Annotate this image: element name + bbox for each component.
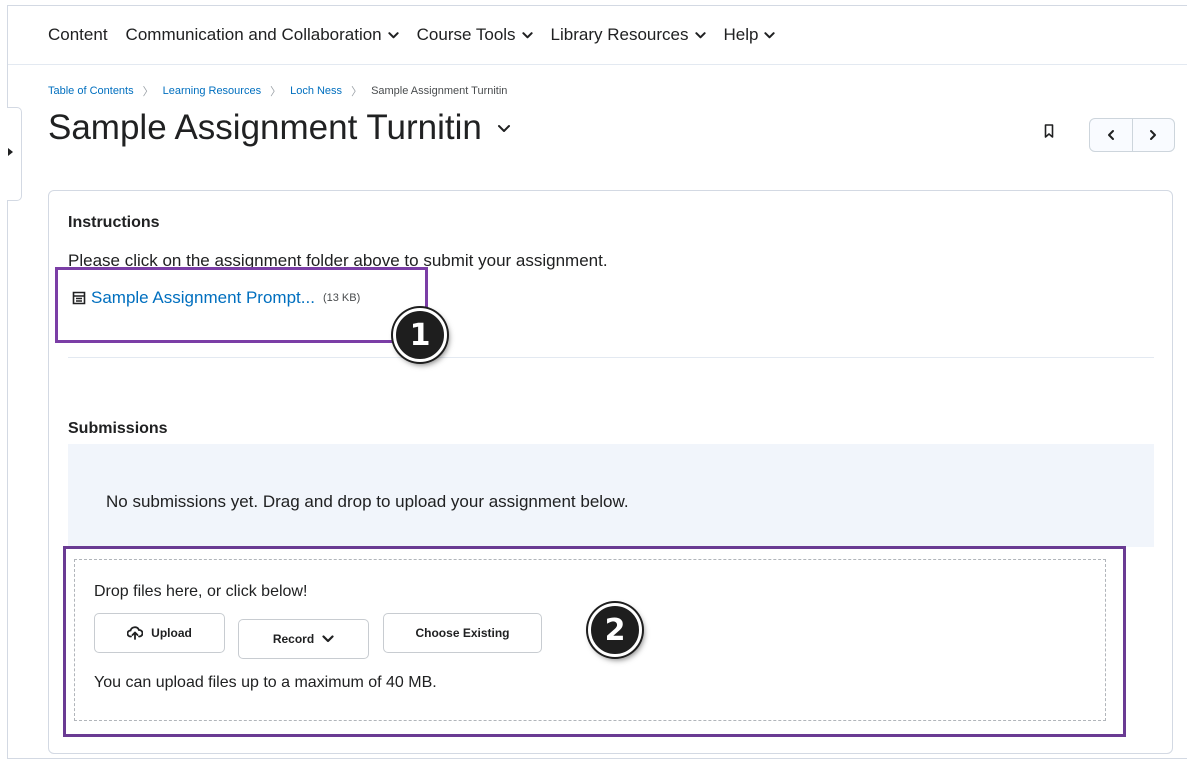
nav-item-label: Communication and Collaboration (125, 25, 382, 44)
chevron-right-icon (1150, 130, 1157, 140)
no-submissions-message: No submissions yet. Drag and drop to upl… (68, 444, 1154, 547)
nav-item-course-tools[interactable]: Course Tools (417, 25, 533, 45)
callout-badge-2: 2 (588, 603, 642, 657)
chevron-down-icon (764, 31, 776, 38)
instructions-heading: Instructions (68, 214, 160, 231)
nav-item-label: Library Resources (550, 25, 689, 44)
nav-item-library-resources[interactable]: Library Resources (551, 25, 706, 45)
app-frame: Content Communication and Collaboration … (7, 5, 1187, 759)
nav-item-label: Course Tools (416, 25, 516, 44)
breadcrumb-separator-icon: 〉 (142, 86, 154, 98)
page-title[interactable]: Sample Assignment Turnitin (48, 108, 512, 148)
breadcrumb: Table of Contents 〉 Learning Resources 〉… (48, 83, 507, 99)
breadcrumb-separator-icon: 〉 (270, 86, 282, 98)
submissions-heading: Submissions (68, 420, 168, 437)
nav-item-label: Help (723, 25, 759, 44)
toc-toggle-tab[interactable] (7, 107, 22, 201)
chevron-down-icon (694, 31, 706, 38)
section-divider (68, 357, 1154, 358)
no-submissions-text: No submissions yet. Drag and drop to upl… (106, 492, 629, 511)
nav-item-communication[interactable]: Communication and Collaboration (126, 25, 399, 45)
nav-item-content[interactable]: Content (48, 25, 108, 45)
page-title-text: Sample Assignment Turnitin (48, 108, 482, 147)
breadcrumb-separator-icon: 〉 (351, 86, 363, 98)
breadcrumb-current: Sample Assignment Turnitin (371, 85, 508, 97)
chevron-down-icon (497, 125, 510, 132)
next-topic-button[interactable] (1131, 119, 1175, 151)
expand-arrow-icon (8, 148, 13, 156)
nav-item-help[interactable]: Help (724, 25, 776, 45)
breadcrumb-link-loch-ness[interactable]: Loch Ness (290, 85, 342, 97)
top-navigation: Content Communication and Collaboration … (8, 6, 1187, 65)
callout-badge-1: 1 (393, 308, 447, 362)
chevron-left-icon (1107, 130, 1114, 140)
bookmark-icon[interactable] (1044, 124, 1054, 138)
topic-navigation (1089, 118, 1175, 152)
breadcrumb-link-table-of-contents[interactable]: Table of Contents (48, 85, 134, 97)
breadcrumb-link-learning-resources[interactable]: Learning Resources (163, 85, 261, 97)
callout-box-1 (55, 267, 428, 343)
chevron-down-icon (521, 31, 533, 38)
previous-topic-button[interactable] (1090, 119, 1132, 151)
nav-item-label: Content (48, 25, 108, 44)
chevron-down-icon (388, 31, 399, 38)
